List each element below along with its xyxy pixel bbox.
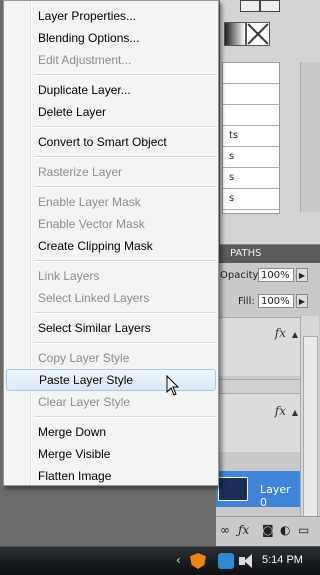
windows-taskbar: ‹ 5:14 PM	[0, 546, 320, 575]
style-row[interactable]: ts	[223, 126, 279, 147]
menu-item-select-similar-layers[interactable]: Select Similar Layers	[6, 317, 216, 339]
menu-item-paste-layer-style[interactable]: Paste Layer Style	[6, 369, 216, 391]
menu-item-delete-layer[interactable]: Delete Layer	[6, 101, 216, 123]
opacity-label: Opacity:	[220, 270, 262, 281]
menu-separator	[34, 342, 216, 344]
mouse-cursor-icon	[166, 375, 180, 396]
fx-menu-icon[interactable]: ƒx	[238, 523, 249, 537]
security-shield-icon[interactable]	[190, 553, 206, 569]
expand-arrow-icon[interactable]: ▲	[292, 408, 298, 417]
scrollbar-thumb[interactable]	[303, 336, 318, 534]
styles-scrollbar[interactable]	[300, 62, 320, 212]
folder-icon[interactable]: ▭	[298, 523, 309, 537]
layers-toolbar: ∞ ƒx ◙ ◐ ▭	[216, 516, 320, 545]
menu-item-rasterize-layer: Rasterize Layer	[38, 165, 123, 179]
menu-separator	[34, 312, 216, 314]
opacity-arrow-icon[interactable]: ▶	[296, 268, 308, 282]
fill-row: Fill: 100% ▶	[216, 293, 320, 311]
opacity-row: Opacity: 100% ▶	[216, 267, 320, 285]
style-row[interactable]: s	[223, 147, 279, 168]
menu-item-layer-properties[interactable]: Layer Properties...	[6, 5, 216, 27]
menu-item-flatten-image[interactable]: Flatten Image	[6, 465, 216, 487]
styles-list: ts s s s	[222, 62, 280, 214]
fill-arrow-icon[interactable]: ▶	[296, 294, 308, 308]
mask-icon[interactable]: ◙	[262, 523, 274, 537]
menu-item-copy-layer-style: Copy Layer Style	[38, 351, 130, 365]
no-style-swatch[interactable]	[246, 22, 270, 46]
adjustment-icon[interactable]: ◐	[280, 523, 290, 537]
menu-item-merge-visible[interactable]: Merge Visible	[6, 443, 216, 465]
fill-label: Fill:	[238, 296, 255, 307]
menu-item-merge-down[interactable]: Merge Down	[6, 421, 216, 443]
style-row[interactable]	[223, 105, 279, 126]
context-menu: Layer Properties... Blending Options... …	[3, 0, 219, 486]
menu-separator	[34, 260, 216, 262]
fx-icon[interactable]: fx	[275, 326, 286, 340]
menu-item-edit-adjustment: Edit Adjustment...	[38, 53, 132, 67]
menu-separator	[34, 186, 216, 188]
menu-separator	[34, 416, 216, 418]
style-row[interactable]: s	[223, 168, 279, 189]
swatch[interactable]	[240, 0, 260, 12]
layer-thumbnail	[218, 477, 248, 501]
menu-item-enable-vector-mask: Enable Vector Mask	[38, 217, 145, 231]
menu-item-select-linked-layers: Select Linked Layers	[38, 291, 150, 305]
menu-item-duplicate-layer[interactable]: Duplicate Layer...	[6, 79, 216, 101]
menu-item-link-layers: Link Layers	[38, 269, 100, 283]
style-row[interactable]	[223, 63, 279, 84]
layer-0-row[interactable]: Layer 0	[216, 471, 300, 509]
swatch[interactable]	[260, 0, 280, 12]
swatch-row	[224, 0, 320, 14]
clock[interactable]: 5:14 PM	[262, 554, 303, 566]
menu-item-create-clipping-mask[interactable]: Create Clipping Mask	[6, 235, 216, 257]
menu-separator	[34, 126, 216, 128]
menu-item-clear-layer-style: Clear Layer Style	[38, 395, 131, 409]
gradient-swatch[interactable]	[224, 22, 246, 46]
menu-item-convert-smart-object[interactable]: Convert to Smart Object	[6, 131, 216, 153]
layer-name: Layer 0	[260, 483, 291, 509]
opacity-input[interactable]: 100%	[258, 268, 294, 282]
network-icon[interactable]	[218, 553, 234, 569]
menu-item-blending-options[interactable]: Blending Options...	[6, 27, 216, 49]
layer-row[interactable]: fx ▲	[216, 317, 304, 376]
show-hidden-icons-icon[interactable]: ‹	[176, 553, 181, 567]
menu-separator	[34, 74, 216, 76]
menu-separator	[34, 156, 216, 158]
tab-paths[interactable]: PATHS	[216, 245, 320, 263]
layer-row[interactable]: fx ▲	[216, 393, 304, 452]
menu-item-enable-layer-mask: Enable Layer Mask	[38, 195, 141, 209]
volume-icon[interactable]	[238, 553, 254, 569]
layers-scrollbar[interactable]	[300, 316, 319, 544]
style-row[interactable]	[223, 84, 279, 105]
style-row[interactable]: s	[223, 189, 279, 210]
fill-input[interactable]: 100%	[258, 294, 294, 308]
fx-icon[interactable]: fx	[275, 404, 286, 418]
link-icon[interactable]: ∞	[220, 523, 230, 537]
expand-arrow-icon[interactable]: ▲	[292, 330, 298, 339]
